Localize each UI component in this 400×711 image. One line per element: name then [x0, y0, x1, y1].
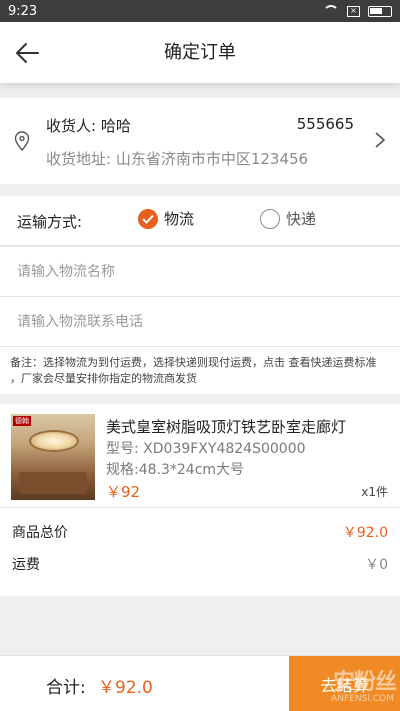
bed-graphic	[19, 472, 87, 494]
sim-icon: ×	[347, 5, 360, 17]
status-time: 9:23	[8, 3, 38, 19]
back-arrow-icon	[16, 43, 39, 63]
product-spec: 规格:48.3*24cm大号	[106, 462, 245, 478]
battery-icon	[368, 5, 392, 17]
shipping-section: 运输方式: 物流 快递	[0, 196, 400, 346]
address-card[interactable]: 收货人: 哈哈 555665 收货地址: 山东省济南市市中区123456	[0, 98, 400, 184]
shipping-method-label: 运输方式:	[17, 213, 83, 231]
logistics-name-input[interactable]	[0, 247, 400, 296]
shipping-note: 备注：选择物流为到付运费，选择快递则现付运费，点击 查看快递运费标准 ，厂家会尽…	[0, 346, 400, 394]
title-bar: 确定订单	[0, 22, 400, 84]
product-card[interactable]: 德翰 美式皇室树脂吸顶灯铁艺卧室走廊灯 型号: XD039FXY4824S000…	[0, 404, 400, 508]
goods-total-label: 商品总价	[12, 525, 68, 541]
back-button[interactable]	[14, 40, 40, 66]
logistics-phone-input[interactable]	[0, 297, 400, 346]
total-value: ￥92.0	[98, 678, 153, 698]
wifi-icon	[323, 5, 339, 17]
radio-checked-icon	[138, 208, 158, 229]
bottom-bar: 合计: ￥92.0 去结算 安粉丝 ANFENSI.COM	[0, 655, 400, 711]
chevron-right-icon	[375, 132, 386, 148]
product-model: 型号: XD039FXY4824S00000	[106, 441, 306, 457]
freight-row: 运费 ￥0	[0, 548, 400, 578]
page-title: 确定订单	[164, 42, 236, 63]
total-label: 合计:	[46, 678, 86, 698]
freight-label: 运费	[12, 557, 40, 573]
location-pin-icon	[14, 131, 30, 151]
order-summary: 商品总价 ￥92.0 运费 ￥0	[0, 508, 400, 596]
freight-value: ￥0	[365, 557, 388, 573]
receiver-address: 收货地址: 山东省济南市市中区123456	[46, 150, 309, 168]
receiver-phone: 555665	[296, 115, 354, 133]
shipping-option-label: 物流	[164, 210, 195, 228]
goods-total-row: 商品总价 ￥92.0	[0, 516, 400, 546]
logistics-phone-row	[0, 296, 400, 346]
status-bar: 9:23 ×	[0, 0, 400, 22]
lamp-graphic	[29, 430, 79, 452]
goods-total-value: ￥92.0	[342, 525, 388, 541]
radio-unchecked-icon	[260, 208, 280, 229]
receiver-name: 收货人: 哈哈	[46, 117, 131, 135]
brand-badge: 德翰	[13, 416, 31, 426]
shipping-method-row: 运输方式: 物流 快递	[0, 196, 400, 246]
shipping-option-express[interactable]: 快递	[260, 208, 316, 229]
product-quantity: x1件	[361, 485, 388, 499]
logistics-name-row	[0, 246, 400, 296]
shipping-option-logistics[interactable]: 物流	[138, 208, 194, 229]
product-image: 德翰	[11, 414, 95, 500]
status-icons: ×	[323, 5, 392, 17]
checkout-button[interactable]: 去结算	[289, 656, 400, 711]
product-name: 美式皇室树脂吸顶灯铁艺卧室走廊灯	[106, 418, 347, 436]
product-price: ￥92	[106, 483, 141, 501]
shipping-option-label: 快递	[286, 210, 317, 228]
